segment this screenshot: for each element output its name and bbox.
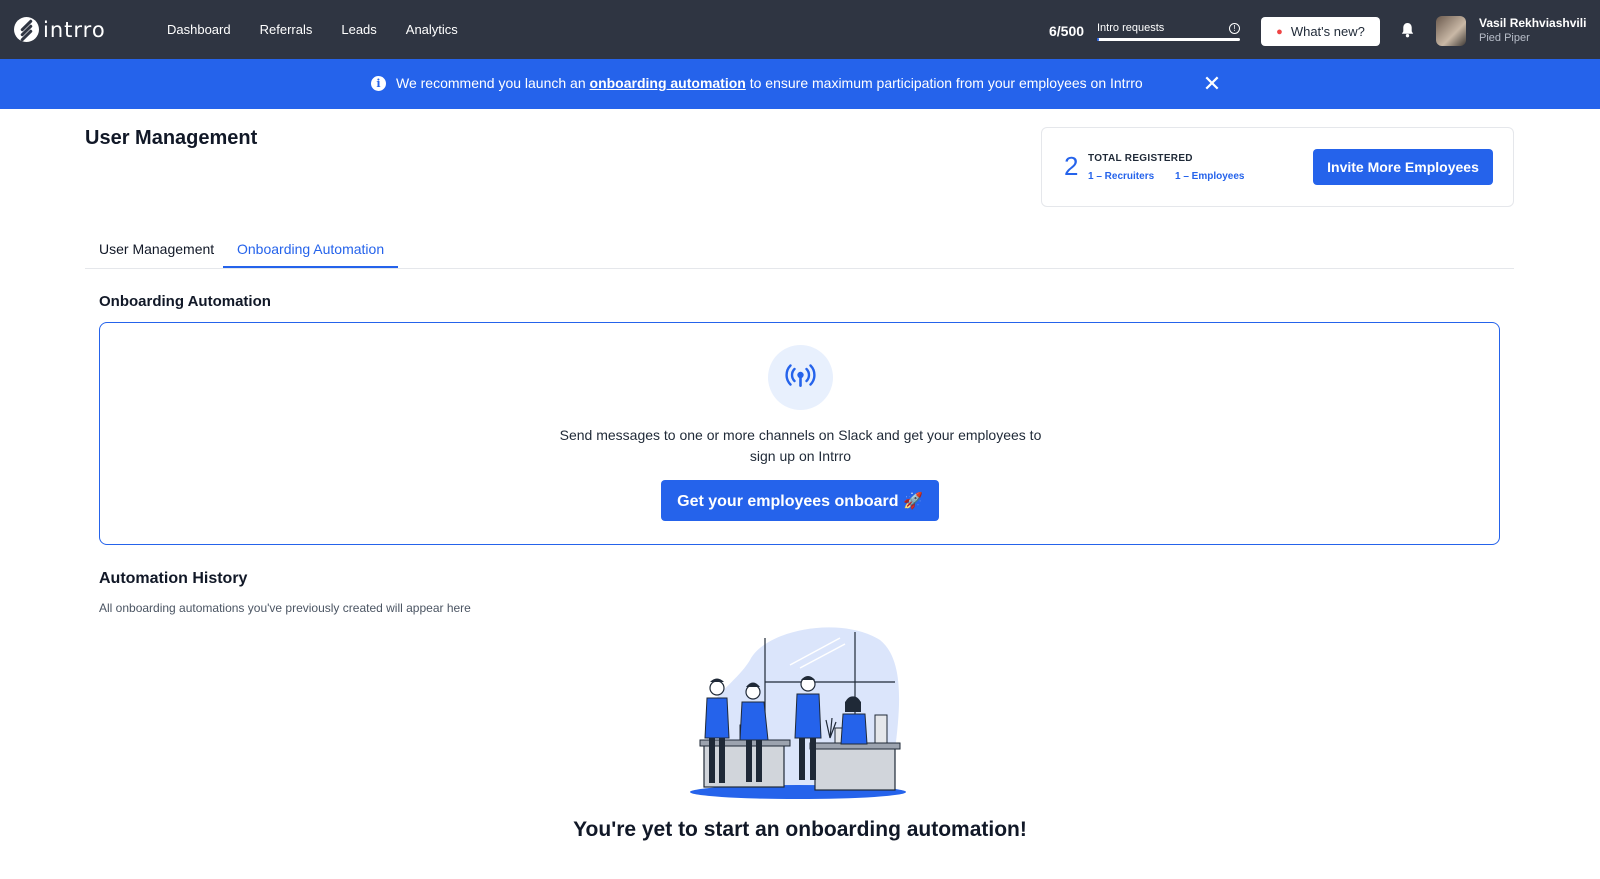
avatar[interactable]: [1436, 16, 1466, 46]
intrro-logo[interactable]: intrro: [14, 17, 106, 42]
top-navbar: intrro Dashboard Referrals Leads Analyti…: [0, 0, 1600, 59]
banner-message: We recommend you launch an onboarding au…: [396, 75, 1143, 91]
nav-referrals[interactable]: Referrals: [260, 22, 313, 37]
banner-text-before: We recommend you launch an: [396, 75, 590, 91]
close-icon[interactable]: ✕: [1201, 73, 1223, 95]
get-employees-onboard-button[interactable]: Get your employees onboard 🚀: [661, 480, 939, 521]
broadcast-icon: [768, 345, 833, 410]
page-title: User Management: [85, 127, 258, 149]
total-registered-count: 2: [1064, 151, 1079, 181]
recruiters-count[interactable]: 1 – Recruiters: [1088, 171, 1154, 182]
team-illustration: [690, 627, 906, 799]
total-registered-label: TOTAL REGISTERED: [1088, 153, 1193, 164]
onboarding-section-title: Onboarding Automation: [99, 293, 271, 310]
intro-requests-meter: 6/500 Intro requests !: [1049, 20, 1241, 42]
intro-requests-count: 6/500: [1049, 23, 1085, 39]
tab-onboarding-automation[interactable]: Onboarding Automation: [223, 241, 399, 268]
invite-more-employees-button[interactable]: Invite More Employees: [1313, 149, 1493, 185]
whats-new-label: What's new?: [1290, 24, 1365, 39]
empty-state-title: You're yet to start an onboarding automa…: [573, 818, 1027, 841]
user-org: Pied Piper: [1479, 32, 1530, 44]
fire-icon: ●: [1276, 25, 1283, 38]
tab-bar: User Management Onboarding Automation: [85, 237, 1514, 269]
onboarding-description: Send messages to one or more channels on…: [559, 427, 1042, 464]
info-icon: i: [371, 76, 386, 91]
onboarding-automation-link[interactable]: onboarding automation: [590, 75, 746, 91]
intrro-logo-icon: [14, 17, 39, 42]
intro-requests-progress-fill: [1097, 38, 1099, 41]
nav-leads[interactable]: Leads: [341, 22, 376, 37]
registration-stats-card: 2 TOTAL REGISTERED 1 – Recruiters 1 – Em…: [1041, 127, 1514, 207]
nav-analytics[interactable]: Analytics: [406, 22, 458, 37]
onboarding-card: Send messages to one or more channels on…: [99, 322, 1500, 545]
user-name: Vasil Rekhviashvili: [1479, 16, 1587, 30]
intro-requests-label: Intro requests: [1097, 22, 1165, 34]
logo-text: intrro: [43, 17, 106, 42]
nav-dashboard[interactable]: Dashboard: [167, 22, 231, 37]
employees-count[interactable]: 1 – Employees: [1175, 171, 1244, 182]
info-icon[interactable]: !: [1229, 23, 1240, 34]
main-nav: Dashboard Referrals Leads Analytics: [167, 22, 458, 37]
bell-icon[interactable]: [1400, 22, 1415, 38]
automation-history-title: Automation History: [99, 570, 248, 587]
tab-user-management[interactable]: User Management: [99, 241, 214, 266]
automation-history-subtitle: All onboarding automations you've previo…: [99, 601, 471, 615]
intro-requests-progress: [1097, 38, 1240, 41]
recommendation-banner: i We recommend you launch an onboarding …: [0, 59, 1600, 109]
whats-new-button[interactable]: ● What's new?: [1261, 17, 1380, 46]
banner-text-after: to ensure maximum participation from you…: [745, 75, 1143, 91]
